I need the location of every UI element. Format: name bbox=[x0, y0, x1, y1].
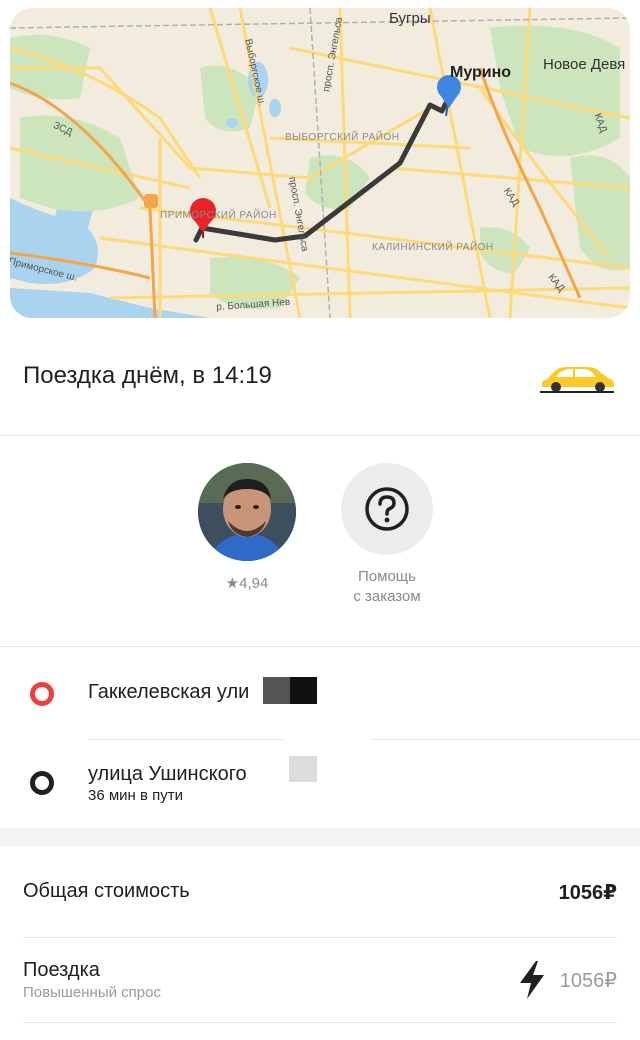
ride-cost-sublabel: Повышенный спрос bbox=[23, 984, 161, 1001]
redaction-block bbox=[263, 677, 290, 704]
route-start-point-icon bbox=[30, 682, 54, 706]
route-to-address: улица Ушинского bbox=[88, 763, 247, 785]
cost-divider bbox=[23, 937, 617, 938]
map-label-kalininsky: КАЛИНИНСКИЙ РАЙОН bbox=[372, 242, 494, 253]
map-canvas bbox=[10, 8, 630, 318]
map-label-murino: Мурино bbox=[450, 64, 512, 81]
help-button[interactable] bbox=[341, 463, 433, 555]
help-label-line1: Помощь bbox=[358, 568, 416, 585]
ride-cost-label: Поездка bbox=[23, 959, 100, 981]
taxi-car-icon bbox=[538, 362, 616, 399]
metro-icon bbox=[144, 194, 158, 208]
route-end-point-icon bbox=[30, 771, 54, 795]
route-map[interactable]: Бугры Мурино Новое Девя ВЫБОРГСКИЙ РАЙОН… bbox=[10, 8, 630, 318]
help-label-line2: с заказом bbox=[353, 588, 421, 605]
ride-cost-value: 1056₽ bbox=[559, 970, 617, 992]
cost-divider bbox=[23, 1022, 617, 1023]
redaction-block bbox=[290, 677, 317, 704]
question-circle-icon bbox=[365, 487, 409, 531]
lightning-icon bbox=[517, 960, 547, 1005]
driver-rating: ★4,94 bbox=[225, 575, 269, 592]
redaction-block bbox=[283, 733, 371, 747]
map-label-bugry: Бугры bbox=[389, 10, 431, 27]
route-duration: 36 мин в пути bbox=[88, 787, 184, 804]
help-label[interactable]: Помощь с заказом bbox=[327, 567, 447, 607]
redaction-block bbox=[289, 756, 317, 782]
map-label-novoe: Новое Девя bbox=[543, 56, 626, 73]
total-cost-label: Общая стоимость bbox=[23, 880, 190, 902]
route-from-address: Гаккелевская ули bbox=[88, 681, 250, 703]
section-separator bbox=[0, 828, 640, 846]
ride-title: Поездка днём, в 14:19 bbox=[23, 362, 272, 389]
map-label-primorsky: ПРИМОРСКИЙ РАЙОН bbox=[160, 210, 277, 221]
driver-section bbox=[0, 437, 640, 647]
total-cost-value: 1056₽ bbox=[558, 882, 617, 904]
driver-avatar[interactable] bbox=[198, 463, 296, 561]
map-label-vyborgsky: ВЫБОРГСКИЙ РАЙОН bbox=[285, 132, 400, 143]
